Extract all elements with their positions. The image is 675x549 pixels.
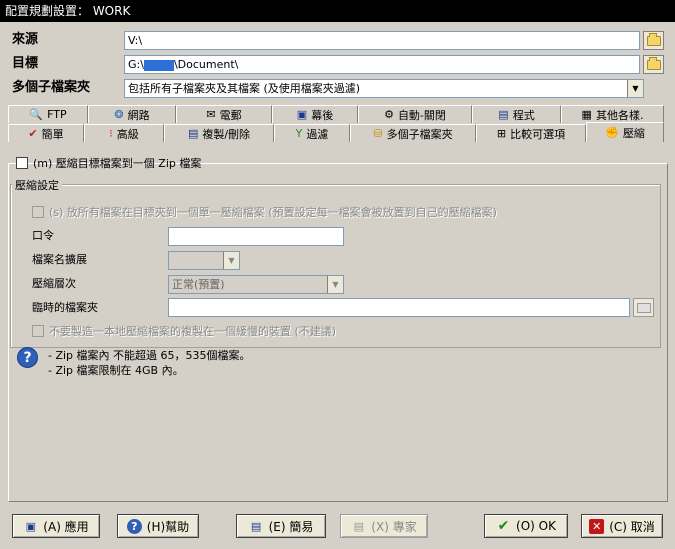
tab-misc[interactable]: ▦ 其他各樣. [561, 105, 664, 123]
source-path-field[interactable]: V:\ [124, 31, 640, 50]
subfolders-label: 多個子檔案夾 [12, 80, 91, 95]
note-2: - Zip 檔案限制在 4GB 內。 [48, 364, 184, 377]
compress-icon: ✊ [605, 126, 619, 139]
subfolders-icon: ⛁ [373, 127, 383, 140]
tab-filter[interactable]: Y 過濾 [274, 124, 350, 142]
tab-background[interactable]: ▣ 幕後 [272, 105, 358, 123]
tab-email[interactable]: ✉ 電郵 [176, 105, 272, 123]
tab-program[interactable]: ▤ 程式 [472, 105, 561, 123]
simple-mode-icon: ▤ [250, 519, 262, 533]
temp-folder-label: 臨時的檔案夾 [32, 301, 98, 314]
chevron-down-icon[interactable]: ▼ [627, 80, 643, 97]
tab-copy-delete[interactable]: ▤ 複製/刪除 [164, 124, 274, 142]
program-icon: ▤ [498, 108, 509, 121]
network-icon: ❂ [114, 108, 124, 121]
tab-row-2: ✔ 簡單 ⁝ 高級 ▤ 複製/刪除 Y 過濾 ⛁ 多個子檔案夾 ⊞ 比較可選項 ✊ 壓縮 [8, 122, 664, 142]
no-local-copy-checkbox[interactable] [32, 325, 44, 337]
tab-compare[interactable]: ⊞ 比較可選項 [476, 124, 586, 142]
filter-icon: Y [295, 127, 303, 140]
tab-advanced[interactable]: ⁝ 高級 [84, 124, 164, 142]
target-label: 目標 [12, 56, 39, 71]
help-info-icon: ? [17, 347, 38, 368]
subfolders-select[interactable]: 包括所有子檔案夾及其檔案 (及使用檔案夾過濾) ▼ [124, 79, 644, 98]
chevron-down-icon[interactable]: ▼ [327, 276, 343, 293]
tab-ftp[interactable]: 🔍 FTP [8, 105, 88, 123]
note-1: - Zip 檔案內 不能超過 65，535個檔案。 [48, 349, 251, 362]
tab-auto-close[interactable]: ⚙ 自動-關閉 [358, 105, 472, 123]
source-label: 來源 [12, 32, 39, 47]
save-icon: ▣ [25, 519, 36, 533]
window-title: 配置規劃設置： WORK [0, 0, 675, 22]
dialog-body: 來源 V:\ 目標 G:\ \Document\ 多個子檔案夾 包括所有子檔案夾及… [0, 22, 675, 549]
auto-close-icon: ⚙ [384, 108, 394, 121]
compress-settings-title: 壓縮設定 [12, 177, 62, 193]
target-path-suffix: \Document\ [173, 58, 239, 71]
ok-button[interactable]: ✔ (O) OK [484, 514, 568, 538]
expert-mode-button[interactable]: ▤ (X) 專家 [340, 514, 428, 538]
single-archive-label: (s) 放所有檔案在目標夾到一個單一壓縮檔案 (預置設定每一檔案會被放置到自己的… [49, 206, 497, 219]
level-value: 正常(預置) [172, 278, 225, 291]
email-icon: ✉ [206, 108, 216, 121]
chevron-down-icon[interactable]: ▼ [223, 252, 239, 269]
help-icon: ? [126, 518, 142, 534]
tab-simple[interactable]: ✔ 簡單 [8, 124, 84, 142]
folder-icon [646, 56, 661, 70]
source-browse-button[interactable] [643, 31, 664, 50]
advanced-icon: ⁝ [109, 127, 113, 140]
folder-icon [646, 32, 661, 46]
close-icon: ✕ [589, 518, 605, 534]
temp-folder-field[interactable] [168, 298, 630, 317]
compare-icon: ⊞ [496, 127, 507, 140]
expert-mode-icon: ▤ [353, 519, 364, 533]
copy-delete-icon: ▤ [187, 127, 199, 140]
subfolders-value: 包括所有子檔案夾及其檔案 (及使用檔案夾過濾) [128, 82, 361, 95]
tab-compress[interactable]: ✊ 壓縮 [586, 122, 664, 142]
level-label: 壓縮層次 [32, 277, 76, 290]
simple-mode-button[interactable]: ▤ (E) 簡易 [236, 514, 326, 538]
background-icon: ▣ [296, 108, 308, 121]
password-field[interactable] [168, 227, 344, 246]
apply-button[interactable]: ▣ (A) 應用 [12, 514, 100, 538]
help-button[interactable]: ? (H)幫助 [117, 514, 199, 538]
simple-icon: ✔ [28, 127, 38, 140]
single-archive-checkbox[interactable] [32, 206, 44, 218]
ftp-icon: 🔍 [29, 108, 44, 121]
level-select[interactable]: 正常(預置) ▼ [168, 275, 344, 294]
tab-row-1: 🔍 FTP ❂ 網路 ✉ 電郵 ▣ 幕後 ⚙ 自動-關閉 ▤ 程式 ▦ 其他各樣. [8, 105, 664, 123]
target-path-prefix: G:\ [128, 58, 144, 71]
temp-folder-browse-button[interactable] [633, 298, 654, 317]
no-local-copy-row[interactable]: 不要製造一本地壓縮檔案的複製在一個緩慢的裝置 (不建議) [32, 323, 336, 339]
target-path-field[interactable]: G:\ \Document\ [124, 55, 640, 74]
zip-target-checkbox[interactable] [16, 157, 28, 169]
folder-icon [636, 302, 651, 313]
extension-label: 檔案名擴展 [32, 253, 87, 266]
check-icon: ✔ [497, 518, 510, 534]
misc-icon: ▦ [581, 108, 592, 121]
zip-target-label: (m) 壓縮目標檔案到一個 Zip 檔案 [33, 157, 202, 170]
zip-target-row[interactable]: (m) 壓縮目標檔案到一個 Zip 檔案 [16, 155, 201, 171]
password-label: 口令 [32, 229, 54, 242]
cancel-button[interactable]: ✕ (C) 取消 [581, 514, 663, 538]
extension-select[interactable]: ▼ [168, 251, 240, 270]
no-local-copy-label: 不要製造一本地壓縮檔案的複製在一個緩慢的裝置 (不建議) [49, 325, 337, 338]
tab-subfolders[interactable]: ⛁ 多個子檔案夾 [350, 124, 476, 142]
single-archive-row[interactable]: (s) 放所有檔案在目標夾到一個單一壓縮檔案 (預置設定每一檔案會被放置到自己的… [32, 204, 497, 220]
redacted-segment [143, 59, 174, 71]
tab-network[interactable]: ❂ 網路 [88, 105, 176, 123]
target-browse-button[interactable] [643, 55, 664, 74]
